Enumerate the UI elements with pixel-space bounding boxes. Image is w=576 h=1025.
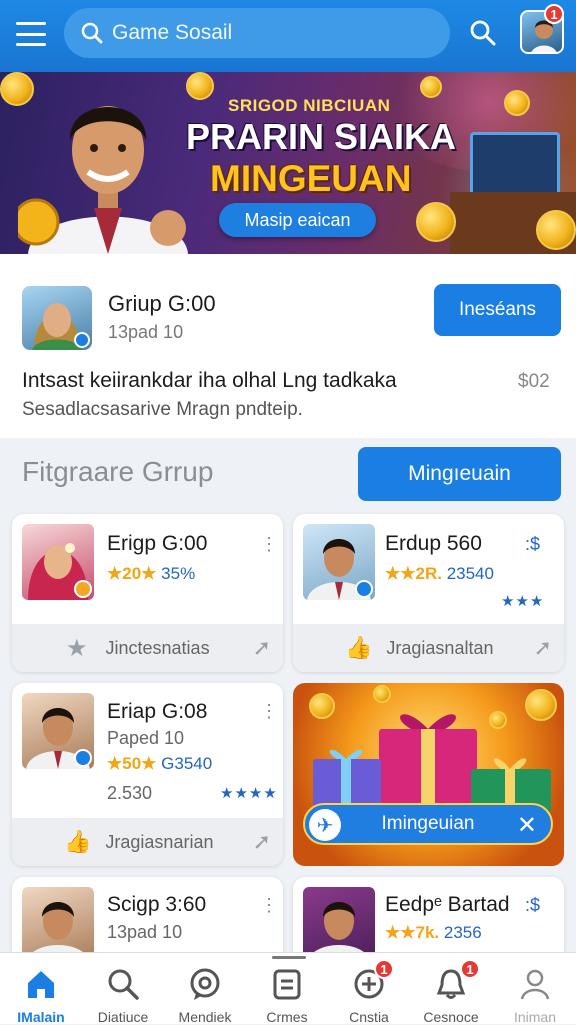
banner-cta-button[interactable]: Masip eaican: [219, 203, 376, 237]
rating-extra: 23540: [446, 564, 494, 583]
rating-value: 2R.: [415, 564, 442, 583]
card-rating: ★★2R. 23540: [385, 564, 494, 583]
nav-profile[interactable]: Iniman: [494, 953, 576, 1025]
rating-extra: 35%: [161, 564, 196, 583]
gift-promo-card[interactable]: ✈ Imingeuian ✕: [293, 683, 564, 866]
card-footer[interactable]: ★ Jinctesnatias ➚: [12, 624, 283, 672]
nav-notifications[interactable]: Cesnoce 1: [410, 953, 492, 1025]
card-title: Scigp 3:60: [107, 893, 207, 916]
card-rating: ★50★ G3540: [107, 754, 213, 773]
nav-home[interactable]: IMalain: [0, 953, 82, 1025]
card-footer-label: Jinctesnatias: [105, 637, 210, 658]
rating-extra: 2356: [443, 923, 482, 942]
group-card[interactable]: Erigp G:00 ⋮ ★20★ 35% ★ Jinctesnatias ➚: [12, 514, 283, 672]
thumbs-up-icon: 👍: [64, 829, 92, 854]
notification-badge: 1: [374, 959, 394, 979]
arrow-icon[interactable]: ➚: [253, 829, 271, 855]
nav-create[interactable]: Cnstia 1: [328, 953, 410, 1025]
card-rating: ★★7k. 2356: [385, 923, 482, 942]
rating-extra: G3540: [161, 754, 213, 773]
nav-label: Mendiek: [178, 1009, 232, 1025]
search-text: Game Sosail: [112, 21, 233, 44]
promo-button[interactable]: ✈ Imingeuian ✕: [303, 803, 553, 845]
search-input[interactable]: Game Sosail: [64, 8, 450, 58]
group-avatar[interactable]: [22, 286, 92, 350]
card-avatar: [303, 524, 375, 600]
arrow-icon[interactable]: ➚: [253, 635, 271, 661]
group-price: $02: [518, 371, 550, 392]
gift-box-icon: [313, 714, 551, 813]
nav-label: Crmes: [266, 1009, 308, 1025]
home-icon: [28, 971, 54, 998]
bottom-navigation: IMalain Diatiuce Mendiek Crmes Cnstia 1 …: [0, 952, 576, 1025]
nav-messages[interactable]: Mendiek: [164, 953, 246, 1025]
card-avatar: [22, 693, 94, 769]
banner-title-highlight: MINGEUAN: [210, 158, 412, 199]
more-icon[interactable]: ⋮: [260, 895, 278, 916]
group-description: Intsast keiirankdar iha olhal Lng tadkak…: [22, 369, 397, 392]
nav-label: Iniman: [513, 1009, 557, 1025]
star-rating: ★★★★: [220, 785, 278, 802]
globe-icon: ✈: [309, 809, 341, 841]
rating-value: 50: [122, 754, 142, 773]
card-footer[interactable]: 👍 Jragiasnaltan ➚: [293, 624, 564, 672]
notification-badge: 1: [544, 4, 564, 24]
section-title: Fitgraare Grrup: [22, 456, 214, 487]
list-icon: [273, 969, 301, 1000]
promo-label: Imingeuian: [381, 813, 475, 834]
rating-value: 7k.: [415, 923, 440, 942]
profile-icon: [520, 969, 550, 1000]
group-card[interactable]: Erdup 560 :$ ★★2R. 23540 ★★★ 👍 Jragiasna…: [293, 514, 564, 672]
card-footer-label: Jragiasnarian: [105, 831, 214, 852]
nav-label: Cesnoce: [423, 1009, 479, 1025]
card-footer-label: Jragiasnaltan: [386, 637, 494, 658]
more-icon[interactable]: ⋮: [260, 534, 278, 555]
chat-bubble-icon: [190, 968, 220, 1000]
nav-label: IMalain: [17, 1009, 65, 1025]
close-icon[interactable]: ✕: [517, 811, 537, 840]
section-action-button[interactable]: Mingıeuain: [358, 447, 561, 501]
more-icon[interactable]: ⋮: [260, 701, 278, 722]
thumbs-up-icon: 👍: [345, 635, 373, 660]
top-app-bar: Game Sosail 1: [0, 0, 576, 72]
promo-banner[interactable]: SRIGOD NIBCIUAN PRARIN SIAIKA MINGEUAN M…: [0, 72, 576, 254]
arrow-icon[interactable]: ➚: [534, 635, 552, 661]
nav-list[interactable]: Crmes: [246, 953, 328, 1025]
search-icon[interactable]: [468, 18, 498, 48]
star-icon: ★: [66, 634, 88, 662]
card-price: 2.530: [107, 783, 153, 803]
star-rating: ★★★: [501, 593, 545, 610]
card-rating: ★20★ 35%: [107, 564, 196, 583]
card-title: Erdup 560: [385, 532, 482, 555]
search-icon: [108, 969, 139, 1000]
join-button[interactable]: Ineséans: [434, 284, 561, 336]
card-footer[interactable]: 👍 Jragiasnarian ➚: [12, 818, 283, 866]
card-subtitle: 13pad 10: [107, 922, 183, 942]
card-menu[interactable]: :$: [525, 895, 540, 916]
group-card[interactable]: Eriap G:08 ⋮ Paped 10 ★50★ G3540 2.530 ★…: [12, 683, 283, 866]
nav-label: Cnstia: [349, 1009, 389, 1025]
banner-person-image: [18, 106, 188, 254]
card-avatar: [22, 524, 94, 600]
search-icon: [81, 22, 103, 44]
rating-value: 20: [122, 564, 142, 583]
group-meta: 13pad 10: [108, 322, 184, 342]
menu-icon[interactable]: [16, 22, 46, 46]
card-title: Erigp G:00: [107, 532, 208, 555]
group-sub-description: Sesadlacsasarive Mragn pndteip.: [22, 399, 303, 420]
group-name: Griup G:00: [108, 291, 216, 316]
card-subtitle: Paped 10: [107, 728, 185, 748]
banner-title: PRARIN SIAIKA: [186, 116, 457, 157]
card-menu[interactable]: :$: [525, 534, 540, 555]
notification-badge: 1: [460, 959, 480, 979]
nav-label: Diatiuce: [97, 1009, 149, 1025]
banner-subtitle: SRIGOD NIBCIUAN: [228, 96, 391, 115]
card-title: Eriap G:08: [107, 700, 208, 723]
nav-search[interactable]: Diatiuce: [82, 953, 164, 1025]
card-title: Eedpᵉ Bartad: [385, 893, 510, 916]
